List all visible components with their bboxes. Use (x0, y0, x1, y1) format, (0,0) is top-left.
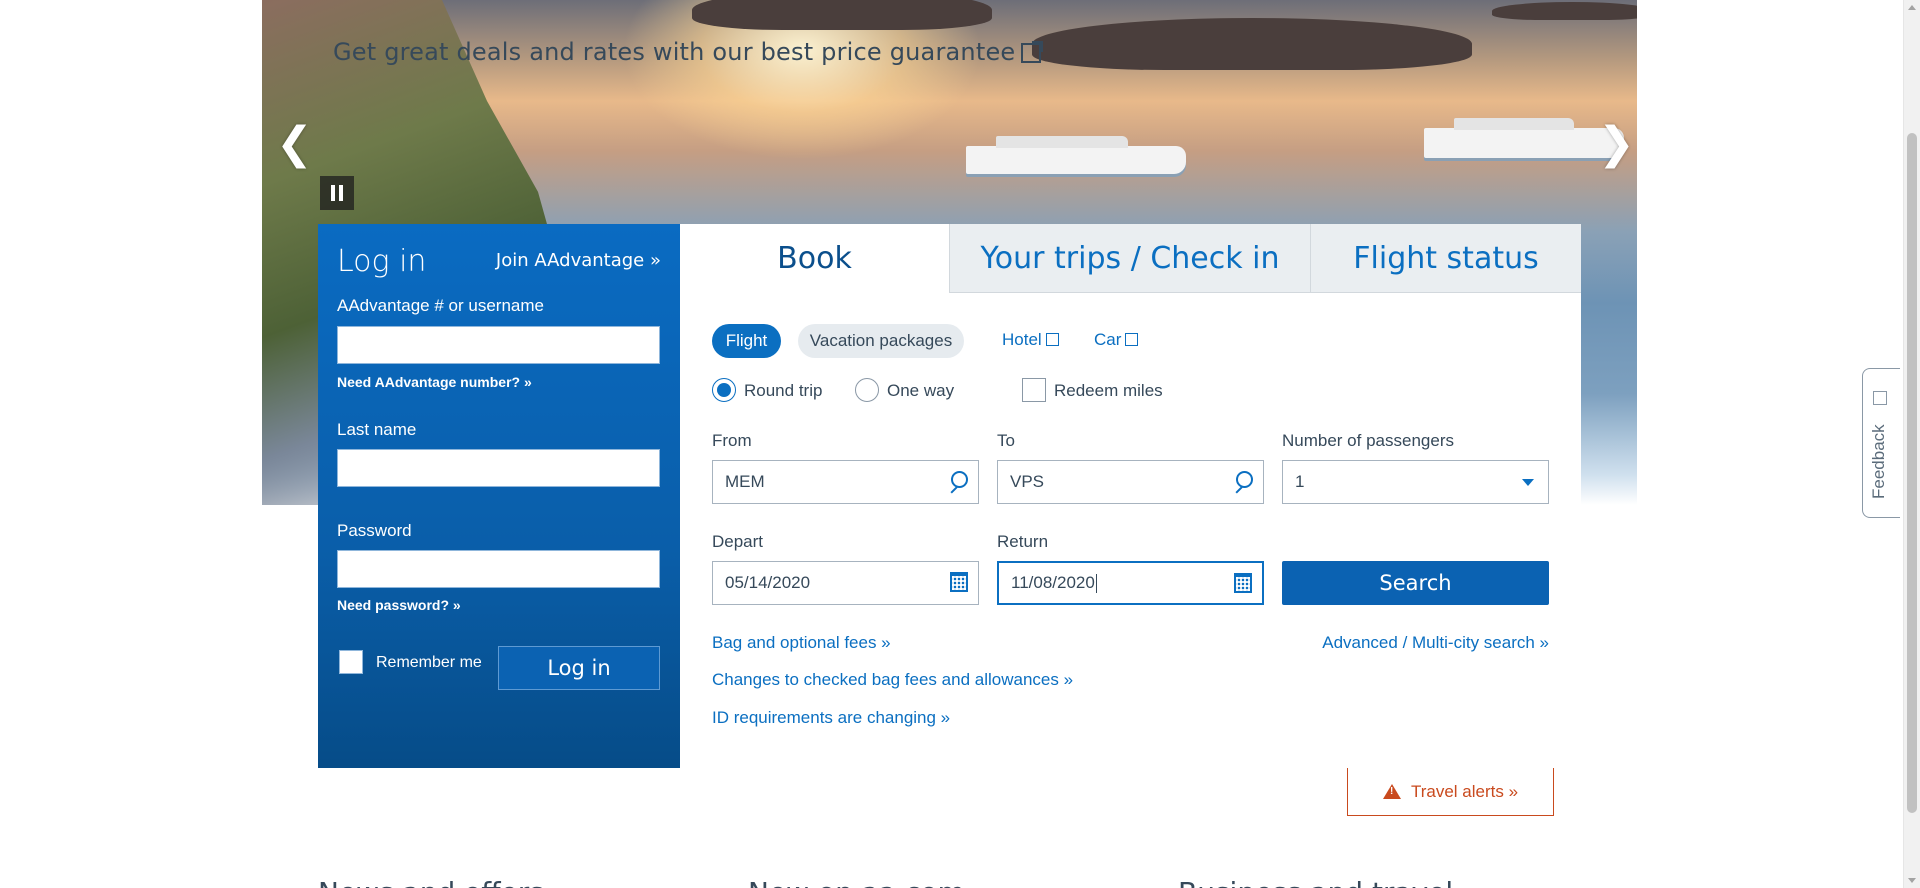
lastname-input[interactable] (337, 449, 660, 487)
checked-bag-changes-link[interactable]: Changes to checked bag fees and allowanc… (712, 670, 1073, 690)
username-input[interactable] (337, 326, 660, 364)
section-heading: New on aa.com (748, 876, 965, 888)
search-icon[interactable] (1233, 471, 1253, 493)
join-aadvantage-link[interactable]: Join AAdvantage » (496, 250, 661, 271)
passengers-label: Number of passengers (1282, 431, 1454, 450)
car-link[interactable]: Car (1094, 330, 1139, 350)
login-panel: Log in Join AAdvantage » AAdvantage # or… (318, 224, 680, 768)
car-label: Car (1094, 330, 1122, 349)
hero-island (1492, 2, 1637, 20)
carousel-pause-button[interactable] (320, 176, 354, 210)
return-input[interactable]: 11/08/2020 (997, 561, 1264, 605)
to-label: To (997, 431, 1015, 450)
username-label: AAdvantage # or username (337, 296, 544, 315)
from-label: From (712, 431, 752, 450)
tab-flight-status[interactable]: Flight status (1310, 224, 1581, 293)
vertical-scrollbar[interactable] (1903, 0, 1920, 888)
to-value: VPS (1010, 472, 1045, 491)
pause-icon (331, 185, 335, 201)
passengers-select[interactable]: 1 (1282, 460, 1549, 504)
promo-link[interactable]: Get great deals and rates with our best … (333, 38, 1044, 66)
search-button[interactable]: Search (1282, 561, 1549, 605)
id-requirements-link[interactable]: ID requirements are changing » (712, 708, 950, 728)
return-value: 11/08/2020 (1011, 573, 1095, 592)
hotel-link[interactable]: Hotel (1002, 330, 1059, 350)
search-icon[interactable] (948, 471, 968, 493)
section-heading: News and offers (318, 876, 544, 888)
need-number-link[interactable]: Need AAdvantage number? » (337, 374, 532, 390)
tab-book[interactable]: Book (680, 224, 949, 293)
hero-ship (1424, 118, 1624, 158)
to-input[interactable]: VPS (997, 460, 1264, 504)
feedback-tab[interactable]: Feedback (1862, 368, 1900, 518)
scroll-down-icon[interactable] (1908, 878, 1916, 883)
redeem-miles-label: Redeem miles (1054, 381, 1163, 400)
redeem-miles-checkbox[interactable] (1022, 378, 1046, 402)
external-link-icon (1045, 333, 1059, 346)
booking-panel: Book Your trips / Check in Flight status… (680, 224, 1581, 768)
travel-alerts-label: Travel alerts » (1410, 781, 1519, 801)
round-trip-label: Round trip (744, 381, 823, 400)
need-password-link[interactable]: Need password? » (337, 597, 461, 613)
chevron-down-icon (1522, 479, 1534, 486)
scroll-up-icon[interactable] (1908, 5, 1916, 10)
scrollbar-thumb[interactable] (1907, 133, 1917, 813)
booking-tabs: Book Your trips / Check in Flight status (680, 224, 1581, 293)
text-cursor (1095, 573, 1097, 593)
vacation-packages-pill[interactable]: Vacation packages (798, 324, 964, 358)
one-way-radio[interactable] (855, 378, 879, 402)
bag-fees-link[interactable]: Bag and optional fees » (712, 633, 891, 653)
promo-text: Get great deals and rates with our best … (333, 38, 1016, 66)
calendar-icon[interactable] (1234, 573, 1252, 593)
return-label: Return (997, 532, 1049, 551)
carousel-prev-button[interactable]: ❮ (276, 118, 313, 169)
external-link-icon (1021, 41, 1044, 63)
passengers-value: 1 (1295, 472, 1305, 491)
calendar-icon[interactable] (950, 572, 968, 592)
hotel-label: Hotel (1002, 330, 1042, 349)
hero-island (1032, 18, 1472, 70)
section-heading: Business and travel (1178, 876, 1453, 888)
remember-me-label: Remember me (376, 654, 482, 671)
password-input[interactable] (337, 550, 660, 588)
hero-island (692, 0, 992, 30)
remember-me-checkbox[interactable] (339, 650, 363, 674)
from-input[interactable]: MEM (712, 460, 979, 504)
password-label: Password (337, 521, 412, 540)
login-title: Log in (337, 244, 427, 279)
depart-label: Depart (712, 532, 764, 551)
flight-type-pill[interactable]: Flight (712, 324, 781, 358)
warning-icon (1382, 784, 1401, 799)
depart-value: 05/14/2020 (725, 573, 811, 592)
lastname-label: Last name (337, 420, 417, 439)
round-trip-radio[interactable] (712, 378, 736, 402)
external-link-icon (1873, 391, 1887, 405)
feedback-label: Feedback (1869, 424, 1888, 499)
depart-input[interactable]: 05/14/2020 (712, 561, 979, 605)
login-button[interactable]: Log in (498, 646, 660, 690)
external-link-icon (1125, 333, 1139, 346)
from-value: MEM (725, 472, 765, 491)
travel-alerts-button[interactable]: Travel alerts » (1347, 768, 1554, 816)
tab-your-trips[interactable]: Your trips / Check in (949, 224, 1310, 293)
hero-ship (966, 136, 1186, 174)
advanced-search-link[interactable]: Advanced / Multi-city search » (1322, 633, 1549, 653)
carousel-next-button[interactable]: ❯ (1598, 118, 1635, 169)
one-way-label: One way (887, 381, 955, 400)
